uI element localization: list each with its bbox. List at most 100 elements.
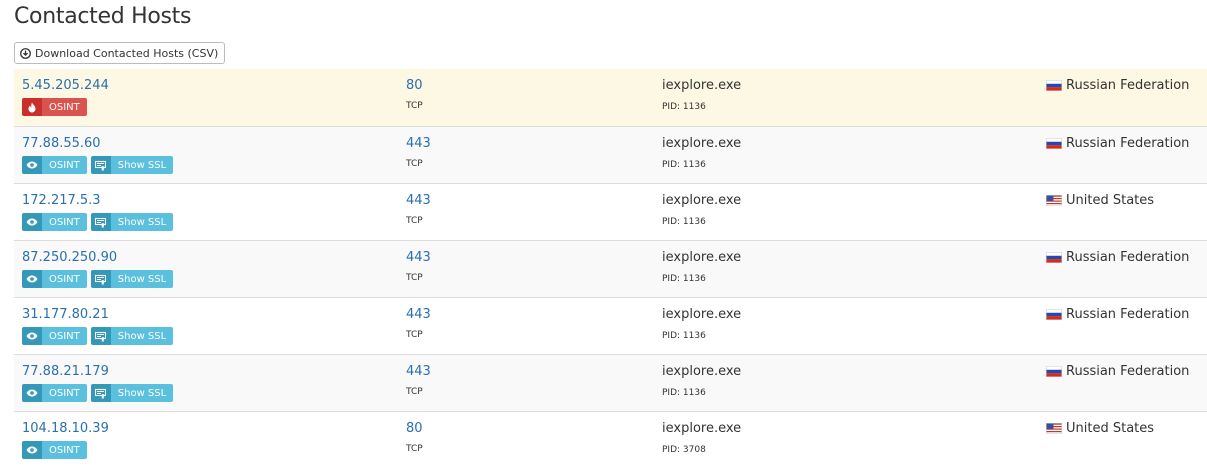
eye-icon [22, 156, 42, 174]
port-link[interactable]: 443 [406, 136, 431, 151]
osint-label: OSINT [42, 441, 87, 459]
eye-icon [22, 441, 42, 459]
host-ip-link[interactable]: 31.177.80.21 [22, 307, 109, 322]
usa-flag-icon [1045, 194, 1063, 207]
protocol-label: TCP [406, 101, 423, 111]
process-name: iexplore.exe [662, 193, 742, 208]
contacted-hosts-table: 5.45.205.244 OSINT 80 TCP iexplore.exe P… [14, 69, 1207, 468]
country: Russian Federation [1046, 364, 1189, 379]
show-ssl-button[interactable]: Show SSL [90, 384, 174, 402]
protocol-label: TCP [406, 387, 423, 397]
host-row: 87.250.250.90 OSINT Show SSL 443 TCP iex… [14, 240, 1207, 297]
host-row: 104.18.10.39 OSINT 80 TCP iexplore.exe P… [14, 411, 1207, 468]
host-ip-link[interactable]: 77.88.55.60 [22, 136, 101, 151]
port-link[interactable]: 443 [406, 250, 431, 265]
show-ssl-label: Show SSL [110, 384, 174, 402]
certificate-icon [90, 270, 111, 288]
show-ssl-button[interactable]: Show SSL [90, 270, 174, 288]
host-row: 31.177.80.21 OSINT Show SSL 443 TCP iexp… [14, 297, 1207, 354]
host-ip-link[interactable]: 172.217.5.3 [22, 193, 101, 208]
port-link[interactable]: 80 [406, 78, 423, 93]
process-pid: PID: 1136 [662, 331, 706, 341]
port-link[interactable]: 443 [406, 364, 431, 379]
process-pid: PID: 1136 [662, 217, 706, 227]
osint-label: OSINT [42, 384, 87, 402]
process-name: iexplore.exe [662, 78, 742, 93]
osint-label: OSINT [42, 327, 87, 345]
country-name: Russian Federation [1066, 78, 1190, 93]
download-csv-button[interactable]: Download Contacted Hosts (CSV) [14, 42, 226, 64]
process-pid: PID: 1136 [662, 388, 706, 398]
country-name: Russian Federation [1066, 364, 1190, 379]
eye-icon [22, 213, 42, 231]
country: United States [1045, 421, 1155, 436]
osint-button[interactable]: OSINT [22, 441, 87, 459]
osint-label: OSINT [42, 213, 87, 231]
eye-icon [22, 270, 42, 288]
show-ssl-label: Show SSL [110, 270, 174, 288]
osint-label: OSINT [42, 270, 87, 288]
show-ssl-label: Show SSL [110, 213, 174, 231]
russia-flag-icon [1046, 80, 1062, 91]
process-pid: PID: 1136 [662, 274, 706, 284]
port-link[interactable]: 443 [406, 193, 431, 208]
process-pid: PID: 3708 [662, 445, 706, 455]
host-action-buttons: OSINT Show SSL [22, 384, 174, 402]
russia-flag-icon [1046, 252, 1062, 263]
country: Russian Federation [1046, 250, 1189, 265]
osint-label: OSINT [42, 156, 87, 174]
port-link[interactable]: 80 [406, 421, 423, 436]
host-row: 172.217.5.3 OSINT Show SSL 443 TCP iexpl… [14, 183, 1207, 240]
show-ssl-label: Show SSL [110, 327, 174, 345]
certificate-icon [90, 327, 111, 345]
osint-button[interactable]: OSINT [22, 213, 87, 231]
process-name: iexplore.exe [662, 307, 742, 322]
eye-icon [22, 327, 42, 345]
certificate-icon [90, 156, 111, 174]
fire-icon [22, 98, 42, 116]
show-ssl-button[interactable]: Show SSL [90, 156, 174, 174]
russia-flag-icon [1046, 309, 1062, 320]
show-ssl-label: Show SSL [110, 156, 174, 174]
process-pid: PID: 1136 [662, 160, 706, 170]
country-name: Russian Federation [1066, 250, 1190, 265]
host-ip-link[interactable]: 87.250.250.90 [22, 250, 117, 265]
host-ip-link[interactable]: 104.18.10.39 [22, 421, 109, 436]
host-row: 77.88.21.179 OSINT Show SSL 443 TCP iexp… [14, 354, 1207, 411]
show-ssl-button[interactable]: Show SSL [90, 327, 174, 345]
download-csv-label: Download Contacted Hosts (CSV) [35, 46, 219, 60]
port-link[interactable]: 443 [406, 307, 431, 322]
process-name: iexplore.exe [662, 136, 742, 151]
osint-button[interactable]: OSINT [22, 270, 87, 288]
protocol-label: TCP [406, 273, 423, 283]
host-row: 5.45.205.244 OSINT 80 TCP iexplore.exe P… [14, 69, 1207, 126]
show-ssl-button[interactable]: Show SSL [90, 213, 174, 231]
protocol-label: TCP [406, 216, 423, 226]
host-ip-link[interactable]: 77.88.21.179 [22, 364, 109, 379]
host-action-buttons: OSINT Show SSL [22, 213, 174, 231]
host-action-buttons: OSINT Show SSL [22, 270, 174, 288]
country-name: Russian Federation [1066, 307, 1190, 322]
russia-flag-icon [1046, 366, 1062, 377]
russia-flag-icon [1046, 138, 1062, 149]
osint-button[interactable]: OSINT [22, 98, 87, 116]
certificate-icon [90, 384, 111, 402]
country-name: United States [1066, 421, 1155, 436]
country-name: United States [1066, 193, 1155, 208]
host-row: 77.88.55.60 OSINT Show SSL 443 TCP iexpl… [14, 126, 1207, 183]
download-circle-icon [20, 47, 31, 59]
osint-button[interactable]: OSINT [22, 156, 87, 174]
page-title: Contacted Hosts [14, 4, 192, 29]
usa-flag-icon [1045, 422, 1063, 435]
host-action-buttons: OSINT [22, 98, 87, 116]
protocol-label: TCP [406, 159, 423, 169]
osint-label: OSINT [42, 98, 87, 116]
osint-button[interactable]: OSINT [22, 384, 87, 402]
country: Russian Federation [1046, 307, 1189, 322]
eye-icon [22, 384, 42, 402]
protocol-label: TCP [406, 444, 423, 454]
protocol-label: TCP [406, 330, 423, 340]
osint-button[interactable]: OSINT [22, 327, 87, 345]
host-action-buttons: OSINT Show SSL [22, 156, 174, 174]
host-ip-link[interactable]: 5.45.205.244 [22, 78, 109, 93]
